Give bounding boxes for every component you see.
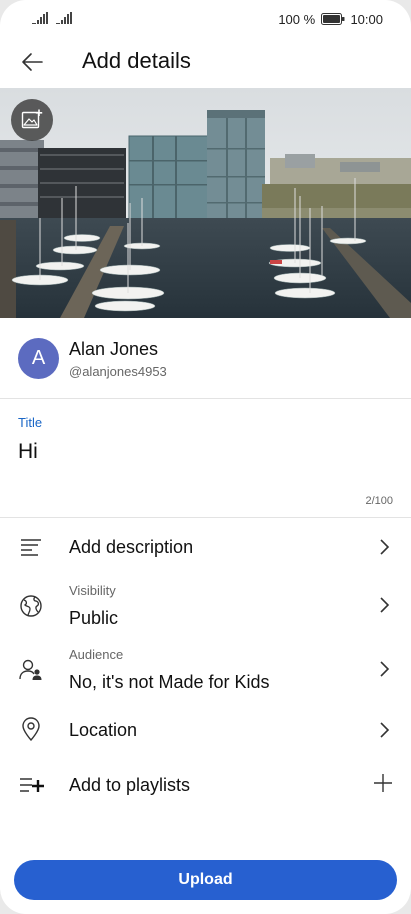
battery-percent: 100 % <box>278 12 316 27</box>
character-counter: 2/100 <box>365 495 393 507</box>
add-to-playlists-row[interactable]: Add to playlists <box>0 765 411 805</box>
location-label: Location <box>69 720 138 740</box>
text-lines-icon <box>21 539 41 556</box>
chevron-right-icon <box>380 722 390 738</box>
clock: 10:00 <box>350 12 383 27</box>
playlist-add-icon <box>20 778 44 792</box>
top-app-bar: Add details <box>0 40 411 84</box>
title-input[interactable]: Hi <box>18 440 38 464</box>
plus-icon[interactable] <box>373 773 393 793</box>
audience-value: No, it's not Made for Kids <box>69 672 270 692</box>
account-handle: @alanjones4953 <box>69 364 167 379</box>
visibility-row[interactable]: Visibility Public <box>0 580 411 632</box>
account-name: Alan Jones <box>69 339 159 359</box>
audience-row[interactable]: Audience No, it's not Made for Kids <box>0 644 411 696</box>
divider <box>0 398 411 399</box>
arrow-left-icon <box>22 53 43 71</box>
people-icon <box>19 659 42 680</box>
add-description-label: Add description <box>69 537 194 557</box>
battery-icon <box>320 13 345 25</box>
audience-caption: Audience <box>69 647 124 662</box>
signal-icon <box>32 12 48 24</box>
title-label: Title <box>18 415 43 430</box>
chevron-right-icon <box>380 597 390 613</box>
add-image-icon <box>21 109 43 129</box>
divider <box>0 517 411 518</box>
location-pin-icon <box>22 717 40 742</box>
phone-screen: 100 % 10:00 Add details A Alan Jones @al… <box>0 0 411 914</box>
battery-status: 100 % 10:00 <box>278 12 383 27</box>
location-row[interactable]: Location <box>0 710 411 750</box>
add-to-playlists-label: Add to playlists <box>69 775 191 795</box>
add-description-row[interactable]: Add description <box>0 527 411 567</box>
video-thumbnail <box>0 88 411 318</box>
back-button[interactable] <box>16 46 48 78</box>
visibility-value: Public <box>69 608 119 628</box>
chevron-right-icon <box>380 661 390 677</box>
upload-button[interactable]: Upload <box>14 860 397 900</box>
chevron-right-icon <box>380 539 390 555</box>
change-thumbnail-button[interactable] <box>11 99 53 141</box>
visibility-caption: Visibility <box>69 583 116 598</box>
harbor-photo <box>0 88 411 318</box>
globe-icon <box>20 595 42 617</box>
avatar: A <box>18 338 59 379</box>
status-bar: 100 % 10:00 <box>0 0 411 40</box>
signal-icon <box>56 12 72 24</box>
account-info: A Alan Jones @alanjones4953 <box>0 330 411 390</box>
page-title: Add details <box>82 48 191 73</box>
